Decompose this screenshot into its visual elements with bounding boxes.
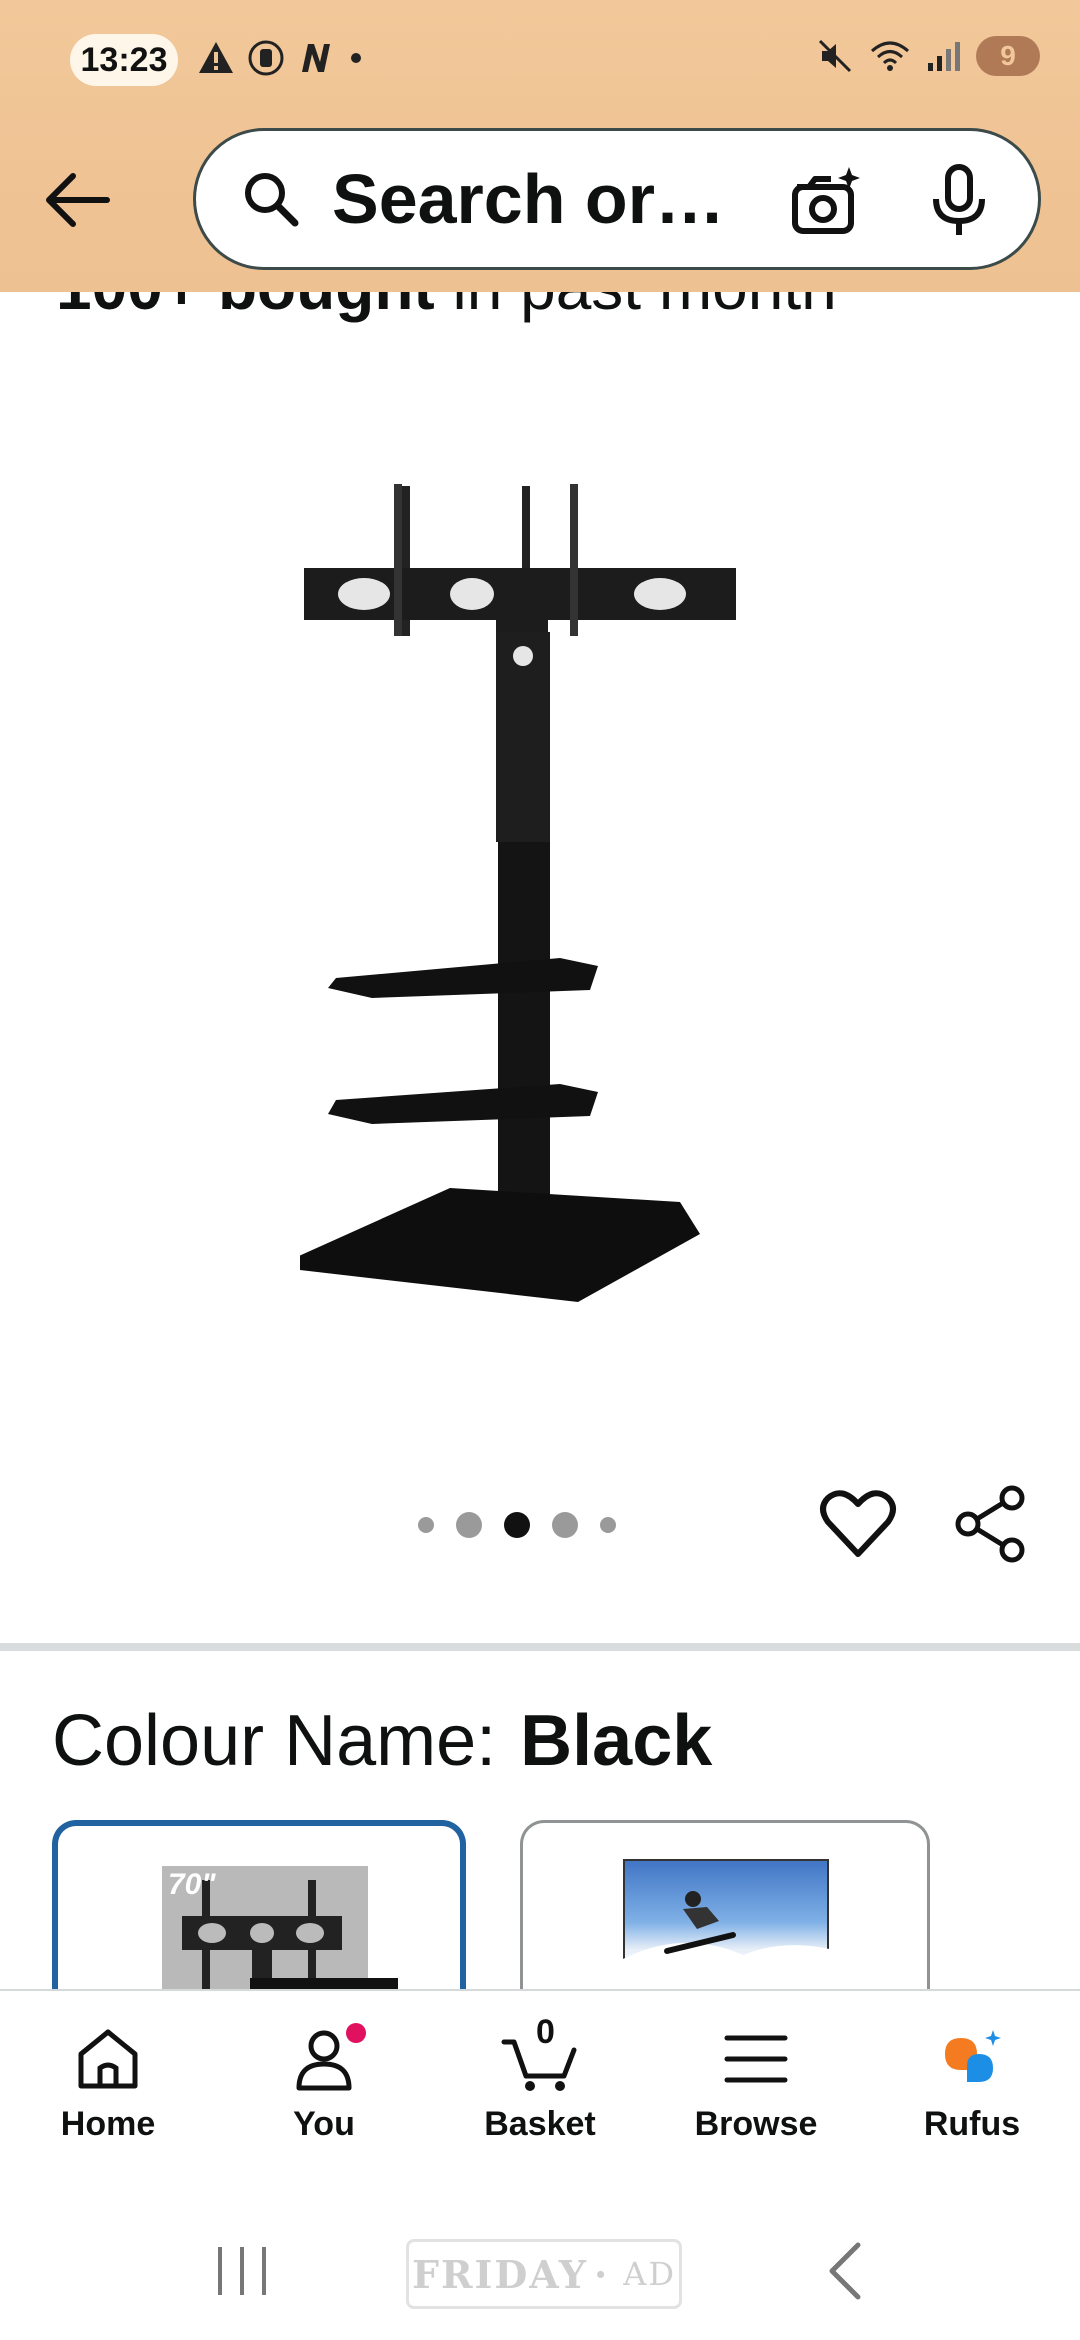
nav-home[interactable]: Home	[0, 1991, 216, 2207]
signal-icon	[928, 42, 960, 71]
image-pagination	[418, 1512, 616, 1538]
selected-colour-value: Black	[520, 1701, 713, 1781]
battery-indicator: 9	[976, 36, 1040, 76]
pagination-dot[interactable]	[552, 1512, 578, 1538]
home-system-button[interactable]: FRIDAY · AD	[406, 2239, 682, 2309]
nav-basket-label: Basket	[484, 2105, 596, 2143]
nav-basket[interactable]: 0 Basket	[432, 1991, 648, 2207]
back-button[interactable]	[36, 160, 116, 240]
heart-icon	[820, 1490, 896, 1557]
pagination-dot[interactable]	[418, 1517, 434, 1533]
chevron-left-icon	[829, 2242, 861, 2300]
camera-sparkle-icon	[792, 167, 860, 234]
wifi-icon	[871, 41, 909, 71]
camera-search-button[interactable]	[787, 163, 863, 244]
add-to-wishlist-button[interactable]	[818, 1484, 898, 1564]
nav-rufus[interactable]: Rufus	[864, 1991, 1080, 2207]
warning-icon	[199, 42, 233, 73]
netflix-n-icon	[302, 44, 330, 72]
section-divider	[0, 1643, 1080, 1651]
recent-apps-icon	[218, 2247, 266, 2295]
pagination-dot-active[interactable]	[504, 1512, 530, 1538]
status-time: 13:23	[70, 34, 178, 86]
search-icon	[236, 164, 306, 234]
app-notification-icon	[248, 40, 284, 76]
status-system-icons: 9	[816, 36, 1040, 76]
nav-browse-label: Browse	[694, 2105, 818, 2143]
share-button[interactable]	[952, 1484, 1032, 1564]
home-icon	[68, 2019, 148, 2099]
nav-you[interactable]: You	[216, 1991, 432, 2207]
swatch-image-snowboarder	[621, 1857, 831, 2001]
app-header: 13:23 9 Search or…	[0, 0, 1080, 292]
nav-rufus-label: Rufus	[923, 2105, 1021, 2143]
cart-icon: 0	[500, 2013, 580, 2099]
share-icon	[955, 1485, 1025, 1563]
recent-apps-button[interactable]	[214, 2239, 270, 2308]
bottom-navigation: Home You 0 Basket Browse Rufus	[0, 1989, 1080, 2207]
more-notifications-dot-icon	[351, 53, 361, 63]
menu-icon	[716, 2019, 796, 2099]
microphone-icon	[933, 164, 985, 235]
back-arrow-icon	[46, 173, 110, 227]
rufus-icon	[932, 2019, 1012, 2099]
search-input[interactable]: Search or…	[332, 159, 752, 239]
tv-stand-illustration	[290, 484, 736, 1302]
colour-name-label: Colour Name: Black	[52, 1701, 713, 1781]
system-navigation-bar: FRIDAY · AD	[0, 2205, 1080, 2340]
notification-badge	[346, 2023, 366, 2043]
system-back-button[interactable]	[820, 2239, 870, 2308]
status-bar: 13:23 9	[0, 0, 1080, 120]
basket-count: 0	[536, 2013, 555, 2051]
voice-search-button[interactable]	[924, 163, 994, 244]
mute-icon	[818, 39, 852, 73]
pagination-dot[interactable]	[600, 1517, 616, 1533]
pagination-dot[interactable]	[456, 1512, 482, 1538]
status-notification-icons	[196, 38, 366, 78]
nav-home-label: Home	[60, 2105, 156, 2143]
user-icon	[284, 2019, 366, 2099]
nav-you-label: You	[293, 2105, 355, 2143]
nav-browse[interactable]: Browse	[648, 1991, 864, 2207]
search-bar[interactable]: Search or…	[193, 128, 1041, 270]
product-image[interactable]	[290, 480, 780, 1340]
swatch-size-badge: 70"	[168, 1868, 216, 1901]
